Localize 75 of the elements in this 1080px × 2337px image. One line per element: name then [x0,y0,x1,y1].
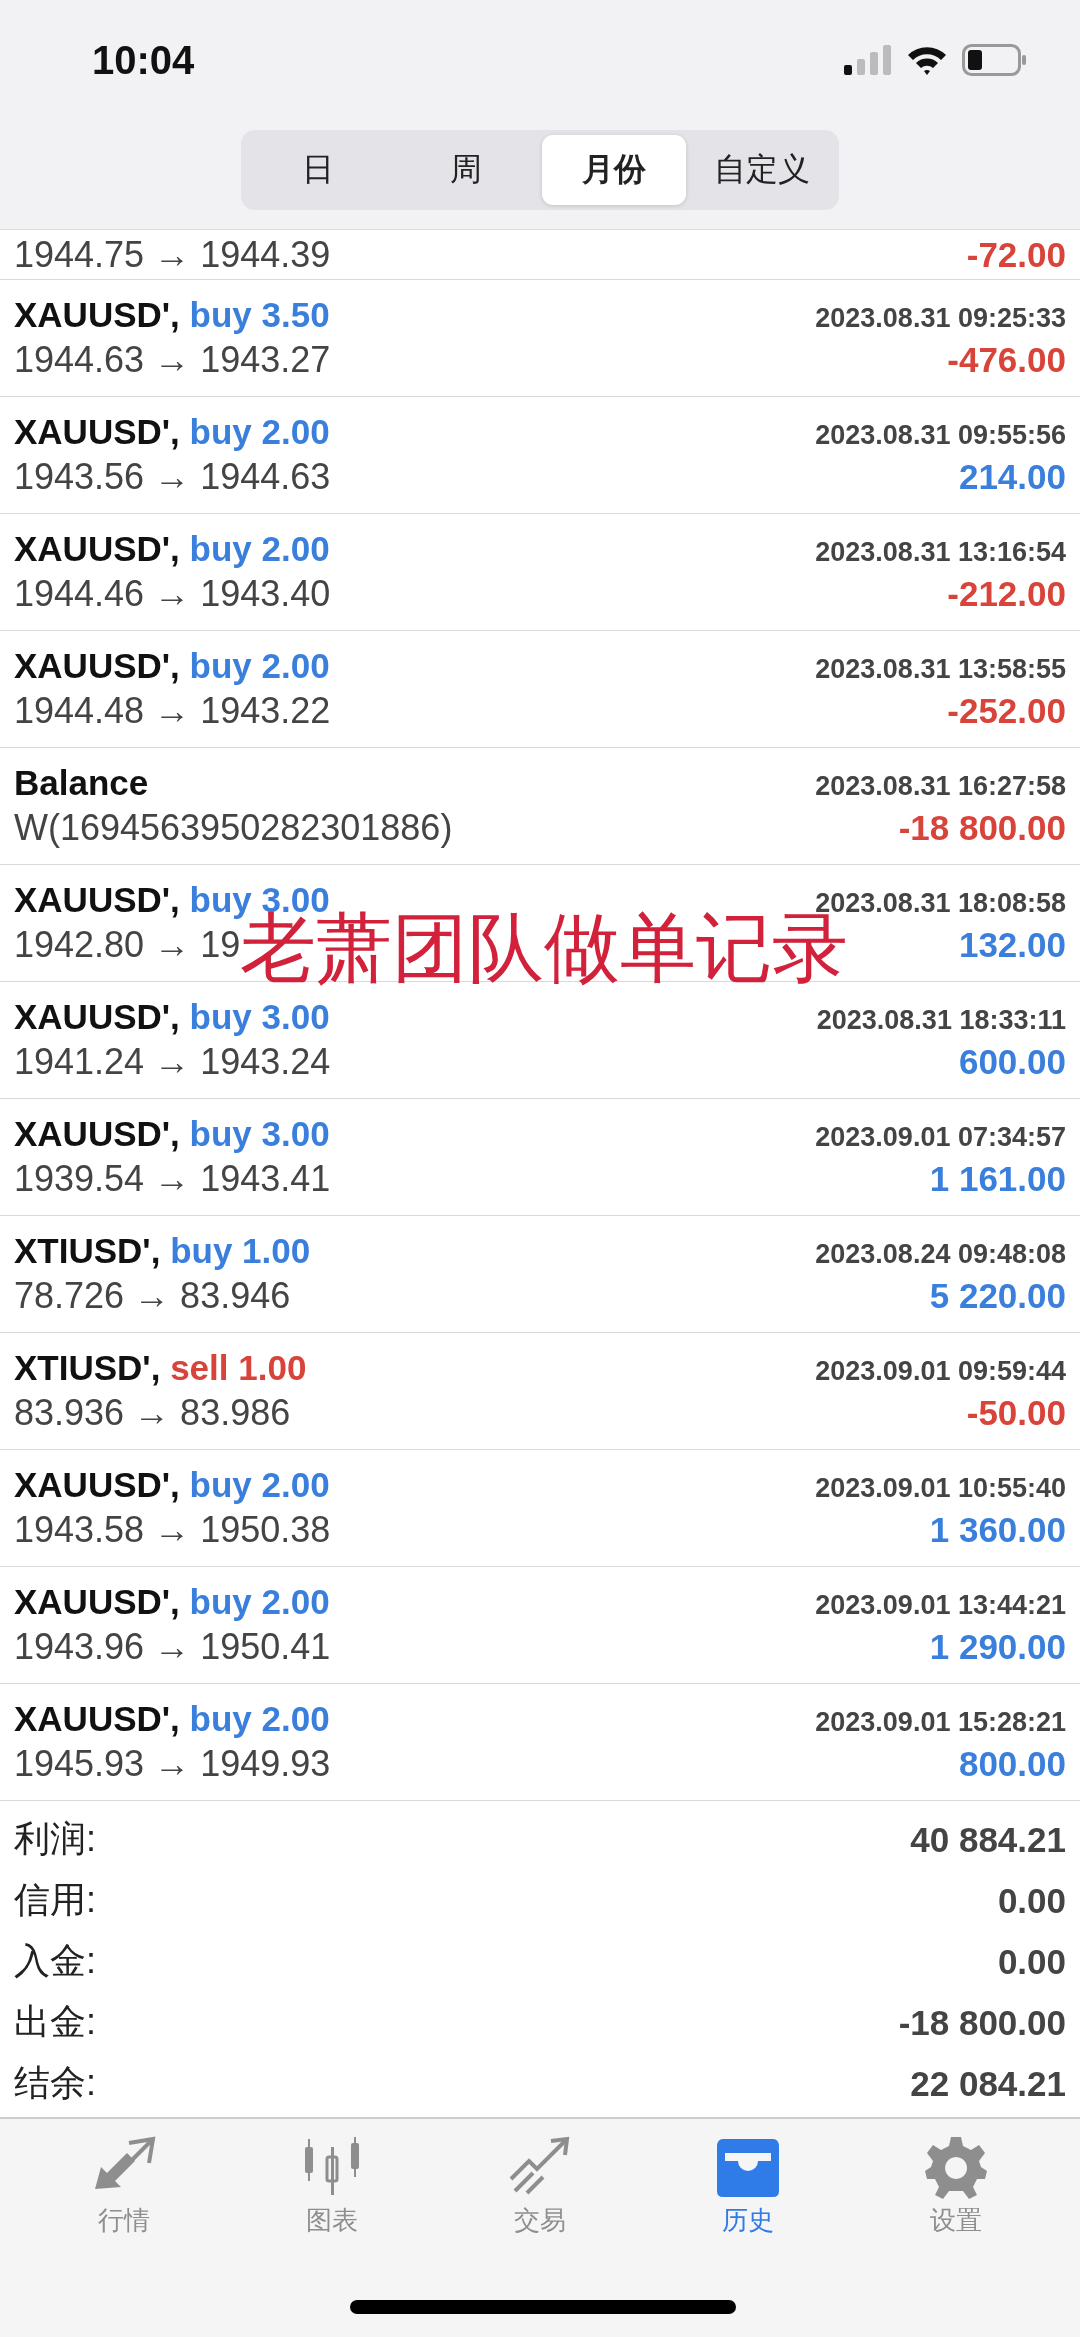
price-range: 1945.93 → 1949.93 [14,1743,331,1785]
deal-time: 2023.09.01 09:59:44 [815,1356,1066,1387]
deal-title: XAUUSD', buy 3.50 [14,295,330,335]
price-range: 78.726 → 83.946 [14,1275,291,1317]
price-range: 1943.96 → 1950.41 [14,1626,331,1668]
nav-tab[interactable]: 历史 [693,2133,803,2238]
wifi-icon [906,44,948,76]
profit-amount: -50.00 [966,1393,1066,1433]
deal-time: 2023.09.01 13:44:21 [815,1590,1066,1621]
deal-title: XAUUSD', buy 2.00 [14,646,330,686]
profit-amount: -212.00 [947,574,1066,614]
deal-time: 2023.08.24 09:48:08 [815,1239,1066,1270]
summary-value: 0.00 [997,1880,1066,1921]
signal-icon [844,45,892,75]
price-range: 1944.48 → 1943.22 [14,690,331,732]
deal-title: XAUUSD', buy 3.00 [14,1114,330,1154]
nav-tab[interactable]: 图表 [277,2133,387,2238]
summary-label: 利润: [14,1817,96,1861]
profit-amount: -476.00 [947,340,1066,380]
profit-amount: -18 800.00 [898,808,1066,848]
price-range: 1944.46 → 1943.40 [14,573,331,615]
summary-value: 22 084.21 [910,2063,1066,2104]
nav-tab[interactable]: 设置 [901,2133,1011,2238]
profit-amount: 1 360.00 [929,1510,1066,1550]
summary-value: 40 884.21 [910,1819,1066,1860]
deal-time: 2023.09.01 10:55:40 [815,1473,1066,1504]
profit-amount: -252.00 [947,691,1066,731]
period-tab[interactable]: 周 [394,135,538,205]
summary-label: 入金: [14,1939,96,1983]
deal-time: 2023.08.31 18:33:11 [816,1005,1066,1036]
period-tab[interactable]: 自定义 [690,135,834,205]
deal-title: Balance [14,763,149,803]
summary-value: 0.00 [997,1941,1066,1982]
profit-amount: 800.00 [958,1744,1066,1784]
deal-title: XTIUSD', sell 1.00 [14,1348,307,1388]
deal-time: 2023.09.01 15:28:21 [815,1707,1066,1738]
price-range: 1943.56 → 1944.63 [14,456,331,498]
nav-tab[interactable]: 交易 [485,2133,595,2238]
deal-time: 2023.08.31 16:27:58 [815,771,1066,802]
profit-amount: -72.00 [966,234,1066,275]
profit-amount: 214.00 [958,457,1066,497]
price-range: 1942.80 → 19 [14,924,241,966]
nav-tab[interactable]: 行情 [69,2133,179,2238]
price-range: 83.936 → 83.986 [14,1392,291,1434]
deal-title: XAUUSD', buy 2.00 [14,412,330,452]
deal-time: 2023.08.31 09:25:33 [815,303,1066,334]
deal-title: XAUUSD', buy 2.00 [14,529,330,569]
summary-label: 出金: [14,2000,96,2044]
deal-time: 2023.08.31 13:58:55 [815,654,1066,685]
period-tab[interactable]: 日 [246,135,390,205]
profit-amount: 600.00 [958,1042,1066,1082]
deal-title: XAUUSD', buy 2.00 [14,1582,330,1622]
price-range: 1943.58 → 1950.38 [14,1509,331,1551]
price-range: 1944.75 → 1944.39 [14,233,331,276]
deal-title: XTIUSD', buy 1.00 [14,1231,311,1271]
battery-icon [962,44,1028,76]
price-range: 1941.24 → 1943.24 [14,1041,331,1083]
deal-time: 2023.08.31 13:16:54 [815,537,1066,568]
deal-time: 2023.08.31 09:55:56 [815,420,1066,451]
profit-amount: 5 220.00 [929,1276,1066,1316]
summary-label: 结余: [14,2061,96,2105]
profit-amount: 132.00 [958,925,1066,965]
deal-title: XAUUSD', buy 2.00 [14,1699,330,1739]
summary-label: 信用: [14,1878,96,1922]
summary-value: -18 800.00 [898,2002,1066,2043]
profit-amount: 1 161.00 [929,1159,1066,1199]
status-time: 10:04 [92,37,195,83]
profit-amount: 1 290.00 [929,1627,1066,1667]
price-range: 1944.63 → 1943.27 [14,339,331,381]
price-range: 1939.54 → 1943.41 [14,1158,331,1200]
deal-title: XAUUSD', buy 2.00 [14,1465,330,1505]
period-tab[interactable]: 月份 [542,135,686,205]
deal-title: XAUUSD', buy 3.00 [14,997,330,1037]
balance-comment: W(1694563950282301886) [14,807,453,849]
deal-time: 2023.09.01 07:34:57 [815,1122,1066,1153]
